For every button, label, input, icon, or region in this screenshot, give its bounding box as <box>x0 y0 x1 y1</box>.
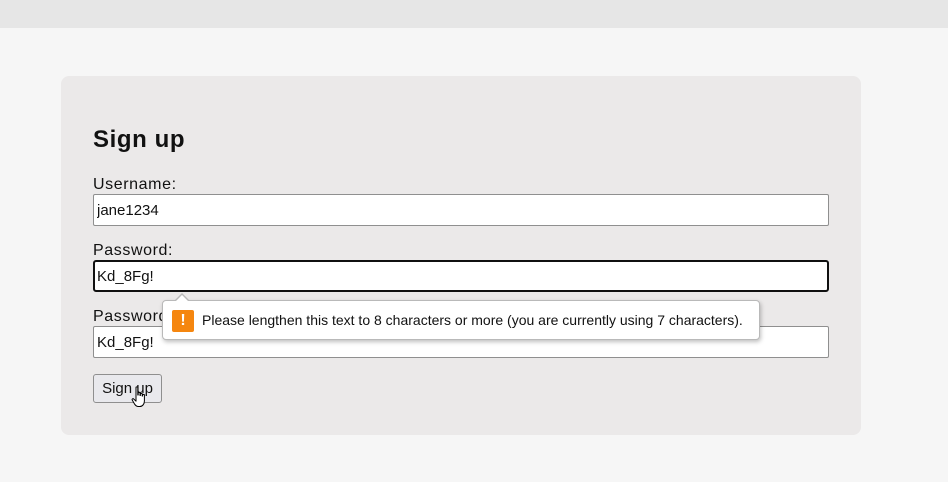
username-input[interactable] <box>93 194 829 226</box>
sign-up-button[interactable]: Sign up <box>93 374 162 403</box>
hand-pointer-icon <box>131 386 145 407</box>
warning-icon: ! <box>172 310 194 332</box>
validation-message: Please lengthen this text to 8 character… <box>202 312 743 328</box>
password-label: Password: <box>93 242 174 259</box>
browser-top-strip <box>0 0 948 28</box>
password-input[interactable] <box>93 260 829 292</box>
validation-tooltip: ! Please lengthen this text to 8 charact… <box>162 293 760 340</box>
page-title: Sign up <box>93 126 186 153</box>
username-label: Username: <box>93 176 177 193</box>
